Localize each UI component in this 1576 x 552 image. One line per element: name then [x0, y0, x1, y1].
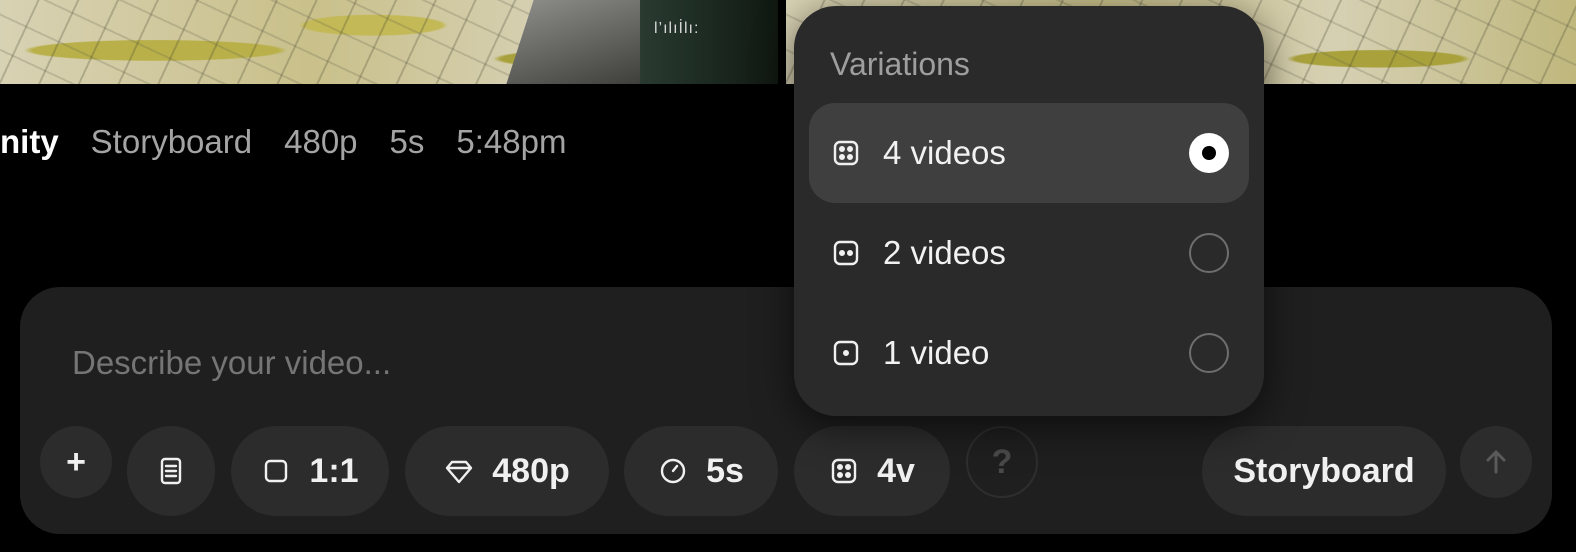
two-dots-icon	[831, 238, 861, 268]
duration-label: 5s	[706, 451, 744, 490]
meta-duration: 5s	[389, 123, 425, 160]
resolution-button[interactable]: 480p	[405, 426, 609, 516]
radio-selected[interactable]	[1189, 133, 1229, 173]
aspect-ratio-button[interactable]: 1:1	[231, 426, 389, 516]
variations-label: 4v	[877, 451, 915, 490]
prompt-composer: + 1:1 480p 5s	[20, 287, 1552, 534]
resolution-label: 480p	[492, 451, 570, 490]
meta-resolution: 480p	[284, 123, 358, 160]
video-thumbnail-left[interactable]: l’ılıİlı:	[0, 0, 778, 84]
radio-unselected[interactable]	[1189, 333, 1229, 373]
thumbnail-watermark: l’ılıİlı:	[654, 20, 700, 37]
help-button[interactable]: ?	[966, 426, 1038, 498]
thumbnail-foliage	[640, 0, 778, 84]
prompt-input[interactable]	[70, 343, 774, 383]
timer-icon	[658, 456, 688, 486]
submit-button[interactable]	[1460, 426, 1532, 498]
sliders-card-icon	[156, 456, 186, 486]
variation-option-label: 1 video	[883, 334, 990, 371]
plus-icon: +	[66, 442, 86, 481]
variation-option-2-videos[interactable]: 2 videos	[809, 203, 1249, 303]
variations-menu-title: Variations	[830, 46, 970, 82]
one-dot-icon	[831, 338, 861, 368]
aspect-ratio-label: 1:1	[309, 451, 359, 490]
four-dots-icon	[831, 138, 861, 168]
square-icon	[261, 456, 291, 486]
add-button[interactable]: +	[40, 426, 112, 498]
variation-option-1-video[interactable]: 1 video	[809, 303, 1249, 403]
meta-preset: nity	[0, 123, 59, 160]
variation-option-label: 4 videos	[883, 134, 1006, 171]
variation-option-label: 2 videos	[883, 234, 1006, 271]
arrow-up-icon	[1481, 447, 1511, 477]
duration-button[interactable]: 5s	[624, 426, 778, 516]
question-mark-icon: ?	[991, 442, 1013, 481]
radio-unselected[interactable]	[1189, 233, 1229, 273]
variations-menu: Variations 4 videos 2 videos 1 video	[794, 6, 1264, 416]
meta-mode: Storyboard	[90, 123, 253, 160]
variations-button[interactable]: 4v	[794, 426, 950, 516]
generation-meta-row: nity Storyboard 480p 5s 5:48pm	[0, 122, 598, 162]
presets-button[interactable]	[127, 426, 215, 516]
storyboard-button[interactable]: Storyboard	[1202, 426, 1446, 516]
storyboard-label: Storyboard	[1233, 451, 1415, 490]
diamond-icon	[444, 456, 474, 486]
meta-time: 5:48pm	[456, 123, 567, 160]
four-dots-icon	[829, 456, 859, 486]
variation-option-4-videos[interactable]: 4 videos	[809, 103, 1249, 203]
